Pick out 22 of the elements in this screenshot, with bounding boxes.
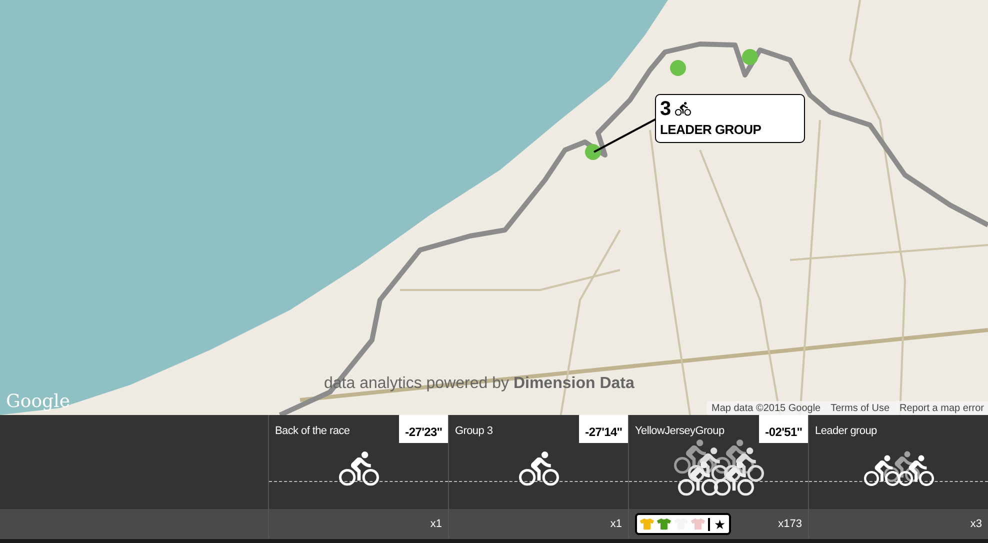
leader-line [593,118,657,153]
callout-title: LEADER GROUP [660,121,762,139]
map-attribution[interactable]: Report a map error [900,400,984,416]
cyclist-icon [898,453,934,489]
group-name: Group 3 [454,424,493,439]
rider-count: x1 [610,516,622,532]
group-name: YellowJerseyGroup [634,424,724,439]
google-logo: Google [6,390,70,414]
cyclist-icon [675,101,692,117]
rider-count: x3 [970,516,982,532]
rider-count: x173 [778,516,802,532]
group-number: 3 [660,97,672,121]
map-attribution[interactable]: Terms of Use [830,400,890,416]
time-gap: -27'23'' [399,415,448,443]
map-attribution: Map data ©2015 Google [711,402,821,416]
rider-count: x1 [430,516,442,532]
group-name: Back of the race [274,424,350,439]
time-gap: -27'14'' [579,415,628,443]
time-gap: -02'51'' [759,415,808,443]
group-name: Leader group [814,424,877,439]
cyclist-icon [864,453,900,489]
group-callout[interactable]: 3 LEADER GROUP [655,94,805,143]
